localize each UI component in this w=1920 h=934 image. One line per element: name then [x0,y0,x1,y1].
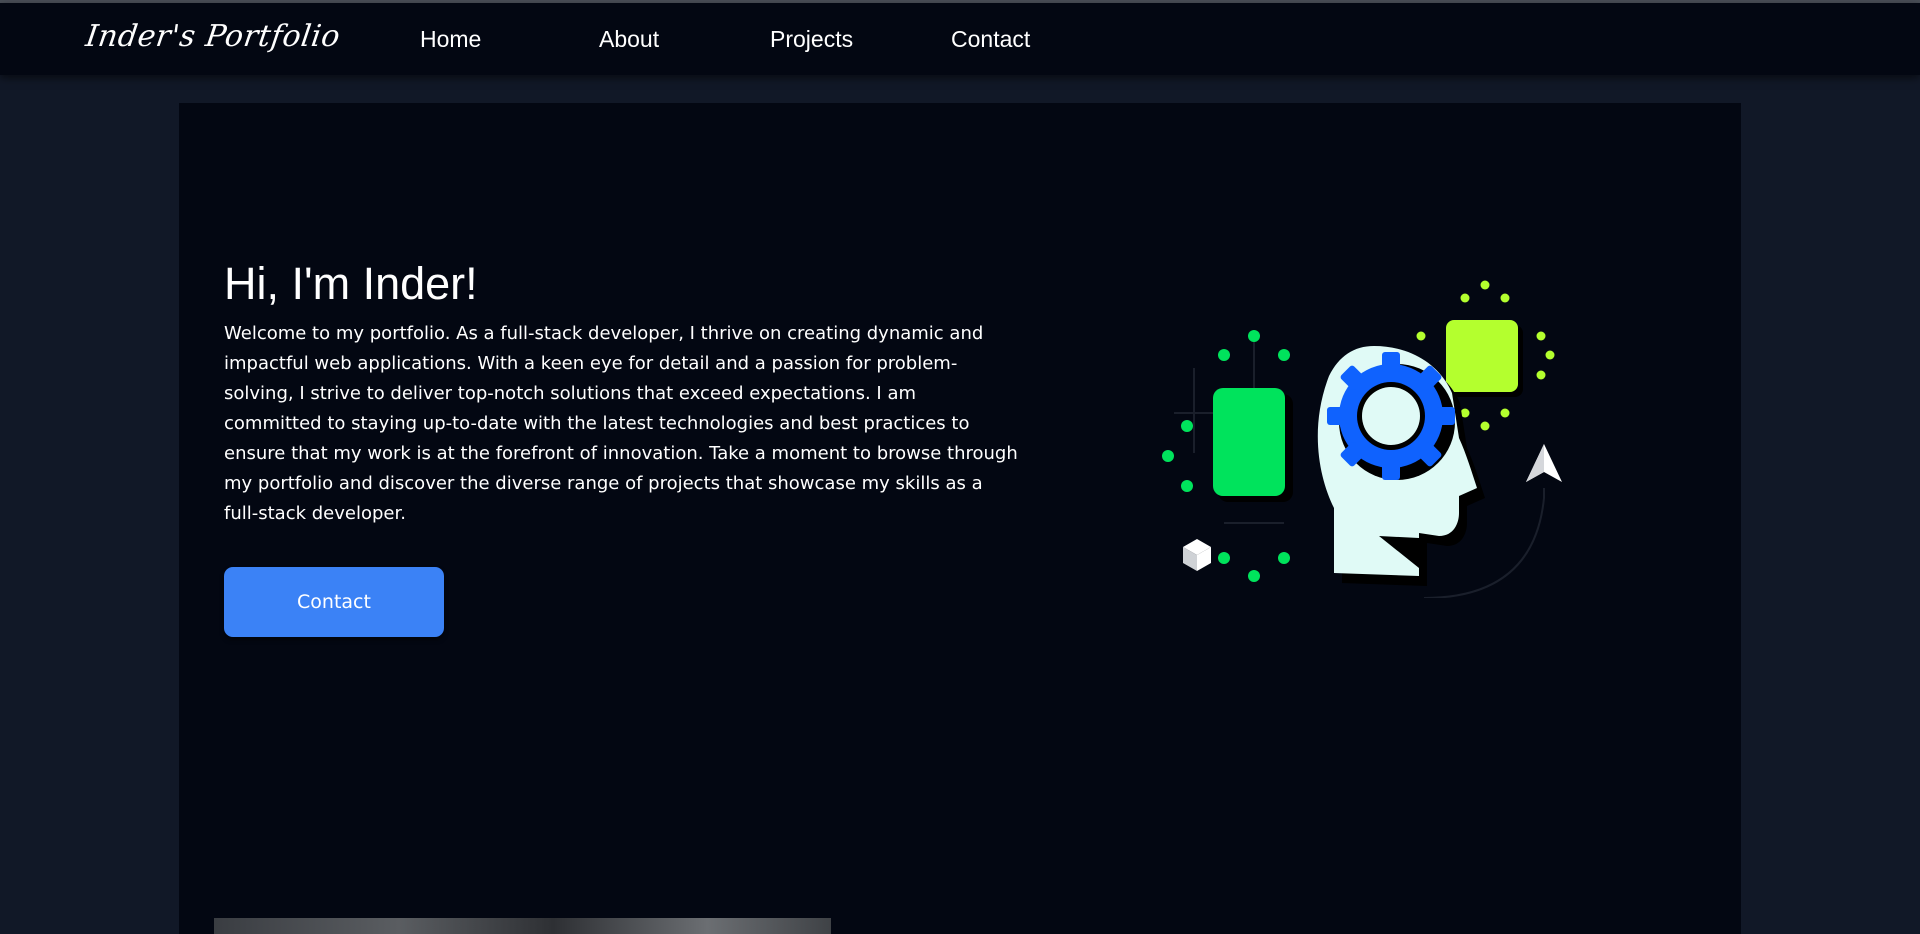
nav-contact-link[interactable]: Contact [951,26,1030,53]
paper-plane-icon [1526,444,1562,482]
nav-about-link[interactable]: About [599,26,659,53]
head-gear-illustration [1162,280,1562,598]
hero-title: Hi, I'm Inder! [224,258,478,309]
nav-home-link[interactable]: Home [420,26,481,53]
hero-section: Hi, I'm Inder! Welcome to my portfolio. … [179,103,1741,934]
contact-button[interactable]: Contact [224,567,444,637]
hero-description: Welcome to my portfolio. As a full-stack… [224,323,1018,524]
project-thumbnail-preview [214,918,831,934]
nav-projects-link[interactable]: Projects [770,26,853,53]
cube-icon [1183,539,1211,571]
brand-logo[interactable]: Inder's Portfolio [84,19,343,54]
top-navbar: Inder's Portfolio Home About Projects Co… [0,3,1920,75]
